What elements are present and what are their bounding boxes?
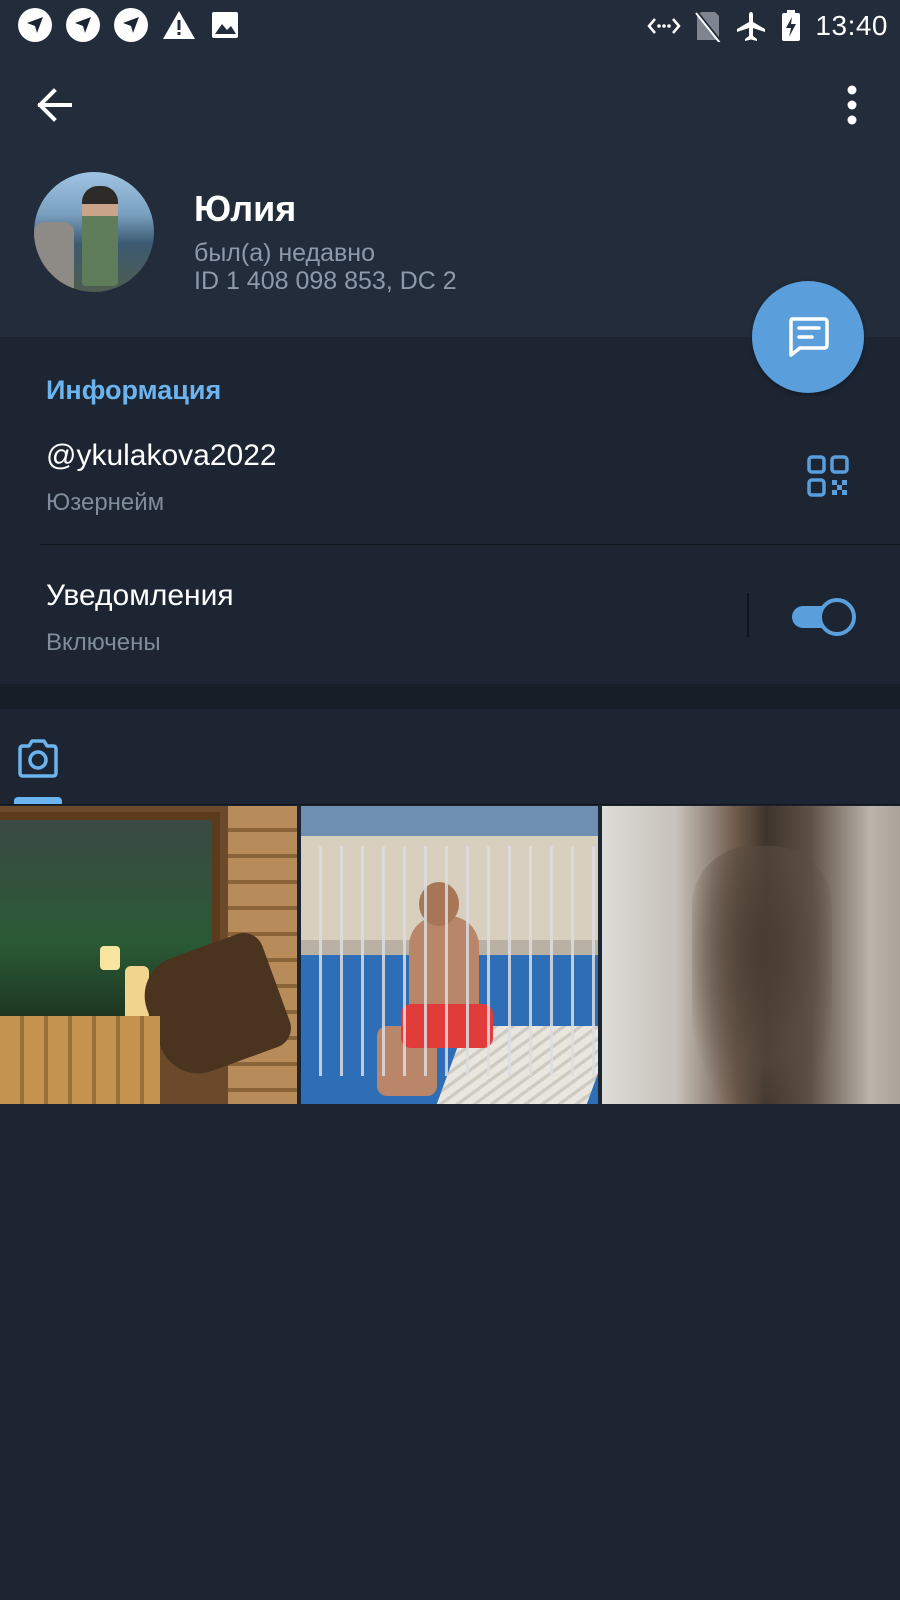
data-transfer-icon (647, 18, 682, 34)
media-tabs (0, 709, 900, 805)
status-bar-left (18, 8, 240, 42)
send-message-button[interactable] (752, 281, 864, 393)
camera-icon (18, 739, 58, 778)
back-button[interactable] (30, 80, 80, 130)
app-notification-icon (114, 8, 148, 42)
photo-grid (0, 806, 900, 1104)
notifications-status: Включены (46, 629, 161, 656)
app-notification-icon (18, 8, 52, 42)
notifications-toggle[interactable] (790, 596, 858, 636)
avatar[interactable] (34, 172, 154, 292)
username-value[interactable]: @ykulakova2022 (46, 439, 277, 473)
divider (40, 544, 900, 545)
status-bar: 13:40 (0, 0, 900, 52)
username-label: Юзернейм (46, 489, 165, 516)
status-time: 13:40 (815, 10, 888, 41)
more-vert-icon (847, 85, 857, 125)
message-icon (789, 317, 829, 357)
vertical-divider (747, 593, 749, 637)
app-notification-icon (66, 8, 100, 42)
airplane-mode-icon (737, 12, 766, 41)
photo-pool[interactable] (301, 806, 598, 1104)
arrow-left-icon (37, 88, 72, 122)
image-icon (212, 12, 238, 38)
user-id: ID 1 408 098 853, DC 2 (194, 267, 457, 295)
profile-name: Юлия (194, 188, 297, 229)
photo-blurred[interactable] (602, 806, 900, 1104)
last-seen-status: был(а) недавно (194, 239, 376, 267)
battery-charging-icon (782, 10, 801, 41)
more-options-button[interactable] (832, 80, 872, 130)
profile-header: Юлия был(а) недавно ID 1 408 098 853, DC… (0, 52, 900, 337)
status-bar-right: 13:40 (647, 6, 888, 46)
photo-sauna[interactable] (0, 806, 297, 1104)
tab-photos[interactable] (14, 735, 62, 783)
info-section: Информация @ykulakova2022 Юзернейм Уведо… (0, 337, 900, 684)
qr-code-icon (807, 455, 849, 497)
info-section-title: Информация (46, 375, 222, 405)
warning-icon (163, 11, 195, 39)
section-separator (0, 684, 900, 709)
no-sim-icon (695, 10, 722, 42)
notifications-title[interactable]: Уведомления (46, 579, 234, 613)
tabs-divider (0, 804, 900, 805)
qr-code-button[interactable] (804, 452, 852, 500)
